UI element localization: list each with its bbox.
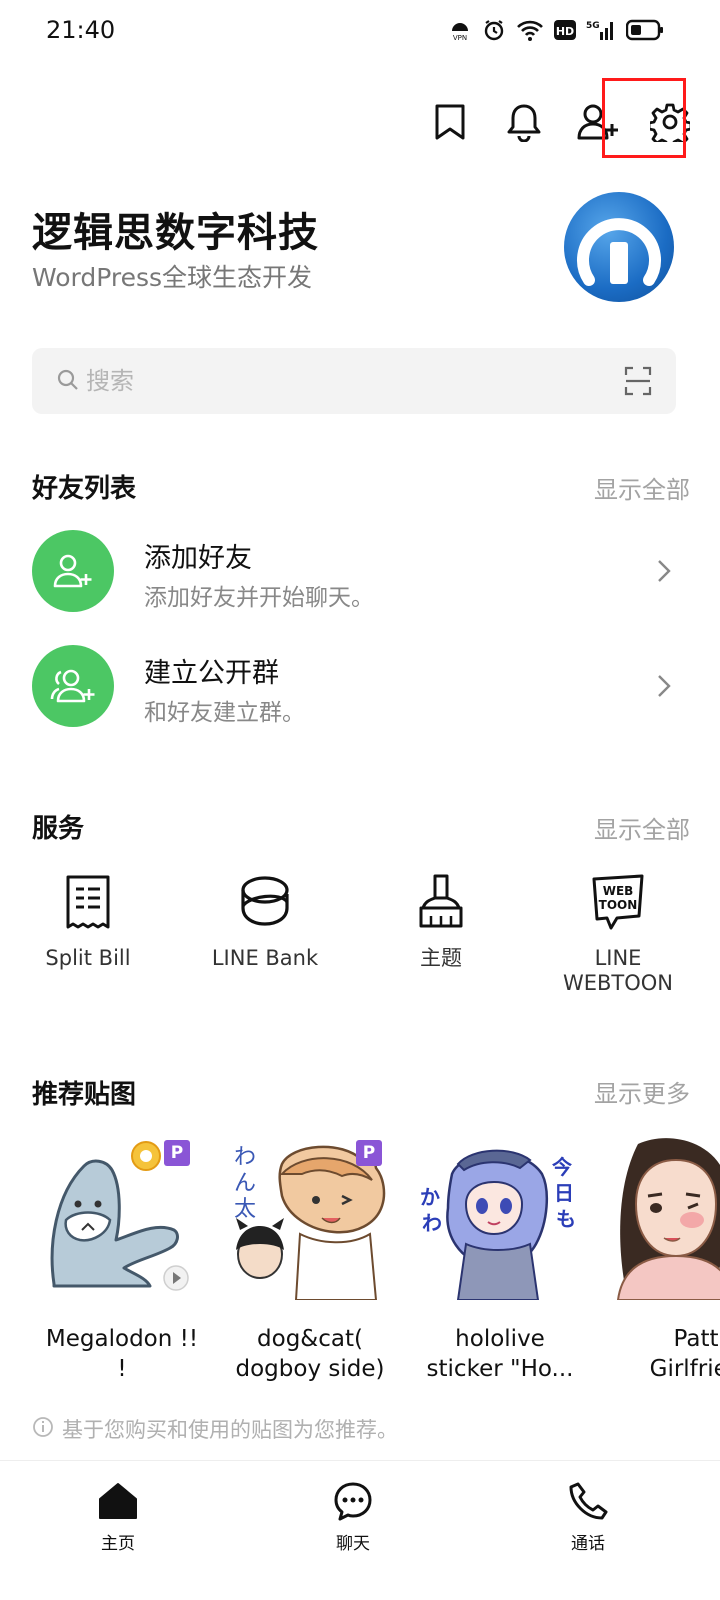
tab-label: 主页	[101, 1534, 135, 1554]
service-label: Split Bill	[45, 946, 131, 970]
svg-text:今: 今	[552, 1155, 573, 1179]
svg-text:か: か	[420, 1185, 440, 1209]
tab-label: 聊天	[336, 1534, 370, 1554]
svg-text:HD: HD	[556, 25, 574, 38]
qr-scan-icon[interactable]	[624, 366, 652, 400]
bookmark-icon[interactable]	[420, 92, 480, 152]
svg-text:VPN: VPN	[453, 34, 467, 42]
sticker-item[interactable]: わ ん 太 P dog&cat( dogboy side)	[222, 1134, 398, 1384]
premium-badge: P	[356, 1140, 382, 1166]
premium-badge: P	[164, 1140, 190, 1166]
svg-text:5G: 5G	[586, 21, 600, 31]
sticker-image: わ ん 太 P	[222, 1134, 398, 1300]
add-friend-row[interactable]: 添加好友 添加好友并开始聊天。	[32, 530, 692, 626]
sticker-name: dog&cat( dogboy side)	[235, 1326, 385, 1382]
group-add-icon	[50, 669, 95, 703]
home-icon	[58, 1479, 178, 1523]
service-line-webtoon[interactable]: WEB TOON LINE WEBTOON	[533, 870, 703, 996]
service-label: 主题	[420, 946, 462, 970]
bottom-navigation: 主页 聊天 通话	[0, 1460, 720, 1600]
profile-name[interactable]: 逻辑思数字科技	[32, 200, 319, 258]
search-bar[interactable]	[32, 348, 676, 414]
svg-text:ん: ん	[234, 1171, 256, 1196]
tab-home[interactable]: 主页	[58, 1479, 178, 1554]
service-label: LINE WEBTOON	[562, 946, 674, 995]
settings-highlight-box	[602, 78, 686, 158]
add-friend-icon	[53, 554, 92, 588]
sticker-carousel[interactable]: P Megalodon !! ! わ ん 太 P dog&cat( dogboy…	[0, 1134, 720, 1384]
receipt-icon	[3, 870, 173, 934]
service-theme[interactable]: 主题	[356, 870, 526, 971]
create-group-circle	[32, 645, 114, 727]
signal-icon: 5G	[586, 18, 616, 42]
create-group-row[interactable]: 建立公开群 和好友建立群。	[32, 645, 692, 741]
alarm-icon	[482, 18, 506, 42]
avatar[interactable]	[564, 192, 674, 302]
sticker-image: P	[34, 1134, 210, 1300]
tab-chat[interactable]: 聊天	[293, 1479, 413, 1554]
services-grid: Split Bill LINE Bank 主题 WEB TOON LINE WEB…	[0, 870, 720, 1000]
services-section-title: 服务	[32, 814, 85, 844]
svg-text:日: 日	[554, 1181, 574, 1205]
sticker-item[interactable]: P Megalodon !! !	[34, 1134, 210, 1384]
friends-section-title: 好友列表	[32, 474, 137, 504]
chevron-right-icon	[656, 673, 672, 703]
battery-icon	[626, 19, 664, 41]
search-input[interactable]	[86, 362, 606, 400]
svg-text:TOON: TOON	[599, 898, 638, 912]
hd-icon: HD	[554, 19, 576, 41]
status-icons: VPN HD 5G	[448, 18, 664, 42]
services-show-all-link[interactable]: 显示全部	[594, 810, 690, 845]
bell-icon[interactable]	[494, 92, 554, 152]
service-label: LINE Bank	[211, 946, 319, 970]
brush-icon	[356, 870, 526, 934]
status-time: 21:40	[46, 16, 116, 44]
sticker-name: Megalodon !! !	[45, 1326, 199, 1382]
note-text: 基于您购买和使用的贴图为您推荐。	[62, 1418, 398, 1442]
stickers-section-title: 推荐贴图	[32, 1080, 137, 1110]
svg-text:わ: わ	[422, 1211, 442, 1235]
sticker-image	[608, 1134, 720, 1300]
sticker-item[interactable]: Patt Girlfrien	[608, 1134, 720, 1384]
wifi-icon	[516, 18, 544, 42]
webtoon-icon: WEB TOON	[533, 870, 703, 934]
phone-icon	[528, 1479, 648, 1523]
add-friend-subtitle: 添加好友并开始聊天。	[144, 585, 374, 611]
sticker-recommendation-note: 基于您购买和使用的贴图为您推荐。	[32, 1414, 398, 1444]
svg-text:WEB: WEB	[603, 884, 634, 898]
chevron-right-icon	[656, 558, 672, 588]
status-bar: 21:40 VPN HD 5G	[0, 0, 720, 62]
chat-icon	[293, 1479, 413, 1523]
bank-icon	[180, 870, 350, 934]
create-group-subtitle: 和好友建立群。	[144, 700, 305, 726]
add-friend-title: 添加好友	[144, 543, 252, 574]
stickers-show-more-link[interactable]: 显示更多	[594, 1074, 690, 1109]
service-line-bank[interactable]: LINE Bank	[180, 870, 350, 971]
sticker-name: Patt Girlfrien	[649, 1326, 720, 1382]
service-split-bill[interactable]: Split Bill	[3, 870, 173, 971]
add-friend-circle	[32, 530, 114, 612]
profile-status-message[interactable]: WordPress全球生态开发	[32, 258, 312, 294]
search-icon	[56, 368, 80, 396]
tab-calls[interactable]: 通话	[528, 1479, 648, 1554]
sticker-item[interactable]: 今 日 も か わ hololive sticker "Ho...	[412, 1134, 588, 1384]
svg-text:も: も	[556, 1207, 576, 1231]
tab-label: 通话	[571, 1534, 605, 1554]
vpn-icon: VPN	[448, 18, 472, 42]
info-icon	[32, 1416, 54, 1443]
friends-show-all-link[interactable]: 显示全部	[594, 470, 690, 505]
svg-text:太: 太	[234, 1197, 256, 1222]
svg-text:わ: わ	[234, 1145, 256, 1170]
sticker-name: hololive sticker "Ho...	[426, 1326, 574, 1382]
create-group-title: 建立公开群	[144, 658, 279, 689]
sticker-image: 今 日 も か わ	[412, 1134, 588, 1300]
